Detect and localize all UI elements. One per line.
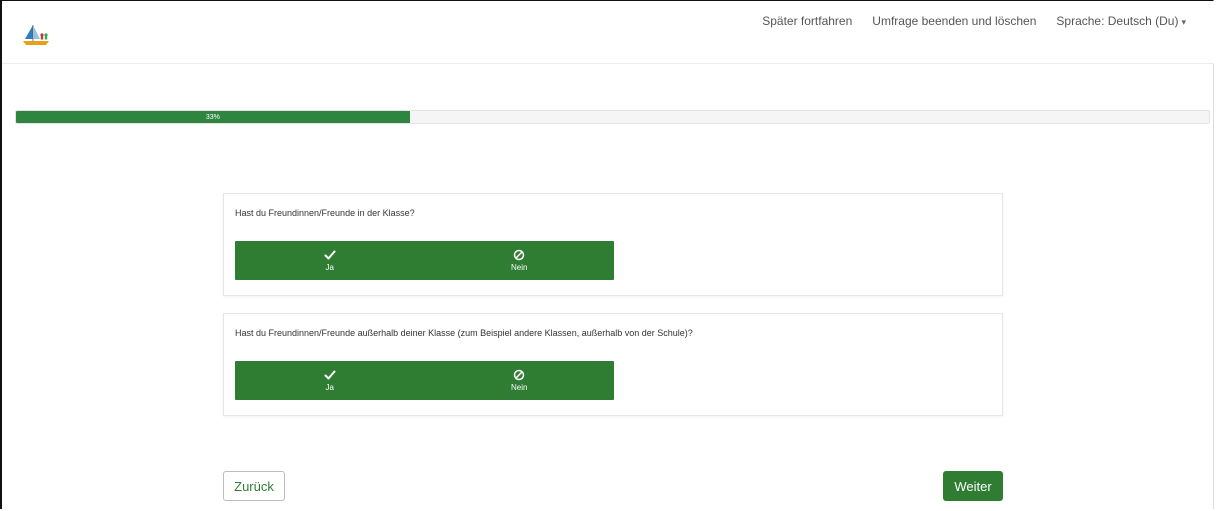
language-label: Sprache: Deutsch (Du) (1056, 14, 1179, 28)
answer-no-label: Nein (511, 383, 528, 392)
answer-yes-label: Ja (325, 263, 334, 272)
caret-down-icon: ▾ (1181, 17, 1186, 27)
answer-yes-button[interactable]: Ja (235, 241, 425, 280)
answer-no-label: Nein (511, 263, 528, 272)
question-text: Hast du Freundinnen/Freunde in der Klass… (235, 208, 415, 218)
progress-label: 33% (205, 113, 220, 121)
progress-bar-track: 33% (15, 110, 1210, 124)
question-text: Hast du Freundinnen/Freunde außerhalb de… (235, 328, 693, 338)
ban-icon (514, 369, 525, 381)
finish-and-delete-link[interactable]: Umfrage beenden und löschen (862, 14, 1046, 28)
continue-later-link[interactable]: Später fortfahren (752, 14, 862, 28)
answer-choice-group: Ja Nein (235, 241, 614, 280)
check-icon (324, 370, 336, 380)
answer-no-button[interactable]: Nein (425, 361, 615, 400)
next-button[interactable]: Weiter (943, 471, 1003, 501)
answer-choice-group: Ja Nein (235, 361, 614, 400)
back-button[interactable]: Zurück (223, 471, 285, 501)
top-navbar: Später fortfahren Umfrage beenden und lö… (2, 1, 1214, 64)
sailboat-logo-icon[interactable] (20, 23, 52, 49)
answer-yes-button[interactable]: Ja (235, 361, 425, 400)
progress-bar-fill: 33% (16, 111, 410, 123)
answer-yes-label: Ja (325, 383, 334, 392)
question-card-2: Hast du Freundinnen/Freunde außerhalb de… (223, 313, 1003, 416)
nav-links: Später fortfahren Umfrage beenden und lö… (752, 14, 1196, 28)
answer-no-button[interactable]: Nein (425, 241, 615, 280)
check-icon (324, 250, 336, 260)
ban-icon (514, 249, 525, 261)
question-card-1: Hast du Freundinnen/Freunde in der Klass… (223, 193, 1003, 296)
language-dropdown[interactable]: Sprache: Deutsch (Du) ▾ (1046, 14, 1196, 28)
